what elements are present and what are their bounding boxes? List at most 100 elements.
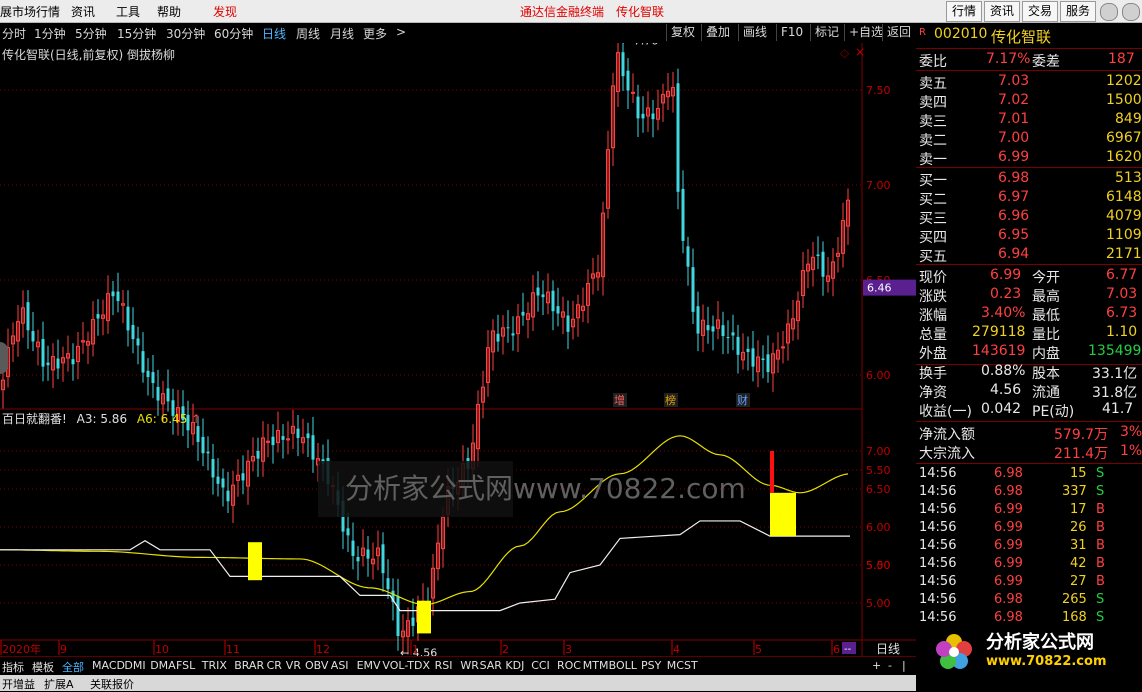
candlestick [146, 358, 150, 396]
a3-value: 5.86 [100, 412, 128, 426]
tab-period-daily[interactable]: 日线 [262, 25, 286, 42]
candlestick [431, 553, 435, 616]
status-item[interactable]: 关联报价 [90, 676, 134, 692]
tab-indicator[interactable]: CR [267, 659, 282, 672]
tab-period-timeshare[interactable]: 分时 [2, 25, 26, 42]
event-marker[interactable]: 财 [736, 393, 750, 407]
back-button[interactable]: 返回 [882, 24, 915, 41]
tab-period-30min[interactable]: 30分钟 [166, 25, 205, 42]
tab-period-more[interactable]: 更多 [363, 25, 387, 42]
status-item[interactable]: 开增益 [2, 676, 35, 692]
service-button[interactable]: 服务 [1060, 1, 1096, 22]
candlestick [756, 340, 760, 388]
candlestick [101, 299, 105, 336]
tab-indicator[interactable]: TRIX [202, 659, 227, 672]
candlestick [781, 330, 785, 364]
tab-indicator[interactable]: DMI [124, 659, 145, 672]
tab-control[interactable]: + [872, 659, 881, 672]
menu-tools[interactable]: 工具 [116, 3, 140, 20]
tab-indicator[interactable]: CCI [531, 659, 550, 672]
a6-label: A6: [136, 412, 157, 426]
stat-row: 涨幅 3.40% 最低 6.73 [919, 305, 1138, 324]
restore-rights-button[interactable]: 复权 [666, 24, 699, 41]
candlestick [281, 424, 285, 459]
tab-indicator[interactable]: OBV [305, 659, 328, 672]
minimize-icon[interactable] [1100, 3, 1118, 21]
add-favorite-button[interactable]: +自选 [844, 24, 887, 41]
tab-control[interactable]: - [888, 659, 892, 672]
candlestick [106, 275, 110, 334]
tab-indicator[interactable]: MCST [667, 659, 698, 672]
draw-line-button[interactable]: 画线 [738, 24, 771, 41]
tab-period-1min[interactable]: 1分钟 [34, 25, 66, 42]
candlestick [511, 316, 515, 351]
tab-indicator[interactable]: MACD [92, 659, 125, 672]
candlestick [246, 450, 250, 505]
expand-handle[interactable] [0, 342, 8, 374]
candlestick [26, 290, 30, 349]
buy-row: 买二 6.97 6148 [919, 189, 1142, 208]
candlestick [301, 418, 305, 454]
svg-text:--: -- [844, 644, 852, 655]
tab-period-5min[interactable]: 5分钟 [75, 25, 107, 42]
tab-indicator[interactable]: ASI [331, 659, 349, 672]
tab-indicator[interactable]: PSY [641, 659, 661, 672]
candlestick [601, 201, 605, 296]
tab-indicator[interactable]: KDJ [505, 659, 524, 672]
candlestick [596, 254, 600, 291]
tab-indicator[interactable]: 全部 [62, 659, 84, 675]
tab-indicator[interactable]: EMV [357, 659, 381, 672]
tab-period-monthly[interactable]: 月线 [330, 25, 354, 42]
candlestick [201, 418, 205, 467]
signal-bar [417, 600, 431, 634]
mark-button[interactable]: 标记 [810, 24, 843, 41]
tab-indicator[interactable]: WR [460, 659, 479, 672]
tab-period-weekly[interactable]: 周线 [296, 25, 320, 42]
watermark: 分析家公式网www.70822.com [318, 461, 746, 517]
menu-help[interactable]: 帮助 [157, 3, 181, 20]
quote-button[interactable]: 行情 [946, 1, 982, 22]
tab-indicator[interactable]: BRAR [234, 659, 264, 672]
scroll-indicator[interactable]: -- [842, 642, 856, 655]
candlestick [216, 458, 220, 497]
tab-period-60min[interactable]: 60分钟 [214, 25, 253, 42]
menu-info[interactable]: 资讯 [71, 3, 95, 20]
tab-indicator[interactable]: DMA [150, 659, 176, 672]
chevron-right-icon[interactable]: > [396, 25, 406, 39]
status-item[interactable]: 扩展A [44, 676, 74, 692]
candlestick [361, 529, 365, 567]
kline-chart[interactable]: ← 7.76← 4.56增榜财 分析家公式网www.70822.com 7.50… [0, 43, 916, 656]
candlestick [731, 314, 735, 351]
period-toolbar: 分时 1分钟 5分钟 15分钟 30分钟 60分钟 日线 周线 月线 更多 > … [0, 23, 916, 43]
tick-row: 14:56 6.99 26 B [919, 520, 1105, 535]
buy-row: 买一 6.98 513 [919, 170, 1142, 189]
menu-market[interactable]: 展市场行情 [0, 3, 60, 20]
tab-indicator[interactable]: ROC [557, 659, 581, 672]
tab-indicator[interactable]: VOL-TDX [382, 659, 430, 672]
close-icon[interactable] [1122, 3, 1140, 21]
tab-indicator[interactable]: VR [286, 659, 301, 672]
news-button[interactable]: 资讯 [984, 1, 1020, 22]
tab-indicator[interactable]: 指标 [2, 659, 24, 675]
tab-indicator[interactable]: SAR [480, 659, 502, 672]
tab-indicator[interactable]: FSL [176, 659, 195, 672]
tab-indicator[interactable]: RSI [435, 659, 453, 672]
price-tick-label: 7.00 [866, 179, 891, 192]
tab-indicator[interactable]: BOLL [609, 659, 637, 672]
candlestick [46, 345, 50, 381]
tab-indicator[interactable]: MTM [583, 659, 609, 672]
tab-indicator[interactable]: 模板 [32, 659, 54, 675]
overlay-button[interactable]: 叠加 [701, 24, 734, 41]
tab-control[interactable]: | [902, 659, 906, 672]
event-marker[interactable]: 增 [613, 393, 627, 407]
f10-button[interactable]: F10 [776, 24, 807, 41]
trade-button[interactable]: 交易 [1022, 1, 1058, 22]
menu-discover[interactable]: 发现 [213, 3, 237, 20]
date-tick-label: 5 [755, 643, 762, 656]
candlestick [676, 68, 680, 210]
flow-row: 大宗流入 211.4万 1% [919, 443, 1142, 462]
tab-period-15min[interactable]: 15分钟 [117, 25, 156, 42]
tick-row: 14:56 6.99 42 B [919, 556, 1105, 571]
event-marker[interactable]: 榜 [664, 393, 678, 407]
close-icon[interactable]: × [855, 45, 865, 59]
